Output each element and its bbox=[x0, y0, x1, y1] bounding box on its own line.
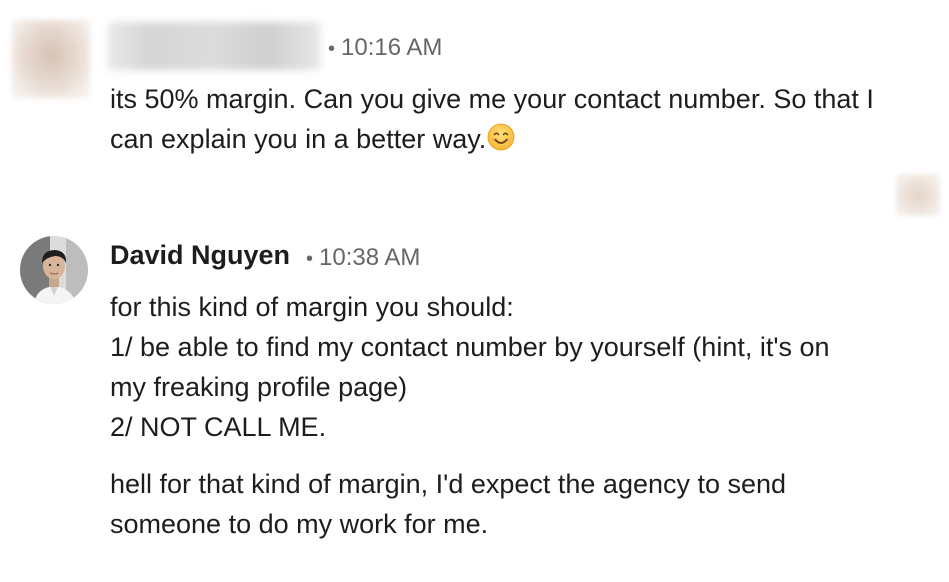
message-body: for this kind of margin you should: 1/ b… bbox=[110, 287, 830, 447]
sender-name[interactable]: David Nguyen bbox=[110, 240, 290, 271]
smiling-face-icon bbox=[487, 123, 515, 151]
message-body: hell for that kind of margin, I'd expect… bbox=[110, 464, 786, 544]
profile-photo bbox=[20, 236, 88, 304]
message-line: 2/ NOT CALL ME. bbox=[110, 412, 327, 442]
message-line: someone to do my work for me. bbox=[110, 509, 489, 539]
message-timestamp: • 10:16 AM bbox=[328, 34, 443, 61]
message-line: 1/ be able to find my contact number by … bbox=[110, 332, 830, 362]
message-thread: • 10:16 AM its 50% margin. Can you give m… bbox=[0, 0, 949, 582]
message-timestamp: • 10:38 AM bbox=[306, 244, 421, 271]
sender-name-redacted[interactable] bbox=[108, 22, 320, 70]
separator-dot: • bbox=[328, 38, 336, 60]
message-body: its 50% margin. Can you give me your con… bbox=[110, 79, 874, 159]
message-line: its 50% margin. Can you give me your con… bbox=[110, 84, 874, 114]
message-line: hell for that kind of margin, I'd expect… bbox=[110, 469, 787, 499]
message-line: for this kind of margin you should: bbox=[110, 292, 514, 322]
message-line: can explain you in a better way. bbox=[110, 119, 874, 159]
sender-avatar[interactable] bbox=[20, 236, 88, 304]
sender-avatar[interactable] bbox=[12, 20, 90, 98]
message-line: my freaking profile page) bbox=[110, 372, 408, 402]
read-receipt-avatar-icon[interactable] bbox=[896, 174, 940, 216]
separator-dot: • bbox=[306, 248, 314, 270]
